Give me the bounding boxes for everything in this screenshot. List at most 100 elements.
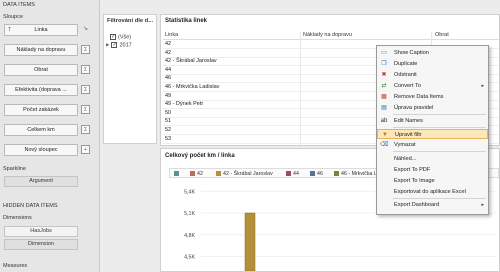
column-label: Obrat bbox=[34, 67, 48, 73]
legend-item[interactable]: 46 bbox=[310, 171, 323, 177]
legend-item[interactable]: 44 bbox=[286, 171, 299, 177]
y-tick-label: 4,8K bbox=[184, 233, 195, 239]
hidden-items-header: HIDDEN DATA ITEMS bbox=[3, 203, 58, 209]
cell-linka: 46 - Mrkvička Ladislav bbox=[165, 84, 220, 90]
legend-swatch bbox=[190, 171, 195, 176]
cell-linka: 50 bbox=[165, 109, 172, 116]
checkbox[interactable]: ✓ bbox=[110, 34, 116, 40]
menu-item-label: Náhled... bbox=[394, 156, 417, 162]
column-button-naklady[interactable]: Náklady na dopravu bbox=[4, 44, 78, 56]
sum-icon[interactable]: Σ bbox=[81, 105, 90, 114]
menu-item-edit-names[interactable]: ab Edit Names bbox=[377, 116, 488, 126]
menu-item-delete[interactable]: ✖ Odstranit bbox=[377, 70, 488, 80]
cell-linka: 42 bbox=[165, 41, 172, 47]
column-button-obrat[interactable]: Obrat bbox=[4, 64, 78, 76]
measures-header: Measures bbox=[3, 263, 28, 269]
column-label: Celkem km bbox=[27, 127, 55, 133]
column-label: Počet zakázek bbox=[23, 107, 59, 113]
menu-item-convert[interactable]: ⇄ Convert To ▸ bbox=[377, 81, 488, 91]
menu-item-item-12[interactable]: Exportovat do aplikace Excel bbox=[377, 187, 488, 197]
cell-linka: 42 - Škrábal Jaroslav bbox=[165, 58, 217, 65]
dimension-hasjobs[interactable]: HasJobs bbox=[4, 226, 78, 237]
menu-item-label: Úprava pravidel bbox=[394, 105, 434, 111]
menu-separator bbox=[393, 151, 486, 152]
column-button-efektivita[interactable]: Efektivita (doprava ... bbox=[4, 84, 78, 96]
bar-42---Škrábal-Jaroslav[interactable] bbox=[244, 212, 256, 271]
menu-item-label: Odstranit bbox=[394, 72, 417, 78]
filter-item-2017[interactable]: ▶ ✓ 2017 bbox=[106, 42, 132, 48]
column-button-celkem-km[interactable]: Celkem km bbox=[4, 124, 78, 136]
legend-item[interactable]: 42 bbox=[190, 171, 203, 177]
delete-icon: ✖ bbox=[381, 72, 387, 78]
menu-item-label: Export Dashboard bbox=[394, 202, 440, 208]
checkbox[interactable]: ✓ bbox=[111, 42, 118, 48]
column-header-naklady[interactable]: Náklady na dopravu bbox=[303, 32, 352, 38]
legend-swatch bbox=[310, 171, 315, 176]
legend-swatch bbox=[334, 171, 339, 176]
menu-item-caption[interactable]: ▭ Show Caption bbox=[377, 48, 488, 58]
menu-item-item-11[interactable]: Export To Image bbox=[377, 176, 488, 186]
column-button-linka[interactable]: T Linka bbox=[4, 24, 78, 36]
chart-title: Celkový počet km / linka bbox=[165, 153, 235, 159]
cell-linka: 52 bbox=[165, 127, 172, 133]
cell-linka: 42 bbox=[165, 49, 172, 56]
cell-linka: 51 bbox=[165, 118, 172, 125]
menu-item-rules[interactable]: ▤ Úprava pravidel bbox=[377, 103, 488, 113]
cell-linka: 44 bbox=[165, 66, 172, 73]
expand-arrow-icon[interactable]: ▶ bbox=[106, 42, 109, 48]
legend-swatch bbox=[216, 171, 221, 176]
menu-item-item-13[interactable]: Export Dashboard ▸ bbox=[377, 200, 488, 210]
sum-icon[interactable]: Σ bbox=[81, 85, 90, 94]
sum-icon[interactable]: Σ bbox=[81, 45, 90, 54]
column-button-pocet-zakazek[interactable]: Počet zakázek bbox=[4, 104, 78, 116]
menu-item-label: Vymazat bbox=[394, 142, 416, 148]
cell-linka: 49 - Dýnek Petr bbox=[165, 101, 204, 108]
menu-item-item-10[interactable]: Export To PDF bbox=[377, 165, 488, 175]
menu-item-filter[interactable]: ▼ Upravit filtr bbox=[377, 129, 488, 139]
expand-icon[interactable]: ↘ bbox=[81, 25, 90, 34]
menu-separator bbox=[393, 114, 486, 115]
rules-icon: ▤ bbox=[381, 105, 387, 111]
convert-icon: ⇄ bbox=[381, 83, 387, 89]
y-tick-label: 5,1K bbox=[184, 211, 195, 217]
menu-item-clear[interactable]: ⌫ Vymazat bbox=[377, 140, 488, 150]
column-label: Linka bbox=[34, 27, 48, 33]
cell-linka: 53 bbox=[165, 135, 172, 142]
filter-item-all[interactable]: ✓ (Vše) bbox=[110, 34, 131, 40]
menu-separator bbox=[393, 198, 486, 199]
add-icon[interactable]: + bbox=[81, 145, 90, 154]
remove-data-icon: ▦ bbox=[381, 94, 387, 100]
legend-item[interactable] bbox=[174, 171, 181, 177]
menu-item-label: Edit Names bbox=[394, 118, 423, 124]
filter-panel: Filtrování dle d... ✓ (Vše) ▶ ✓ 2017 bbox=[103, 14, 157, 144]
sum-icon[interactable]: Σ bbox=[81, 125, 90, 134]
filter-icon: ▼ bbox=[382, 132, 388, 138]
cell-linka: 46 bbox=[165, 75, 172, 82]
dimension-dimension[interactable]: Dimension bbox=[4, 239, 78, 250]
menu-item-label: Upravit filtr bbox=[395, 132, 422, 138]
sum-icon[interactable]: Σ bbox=[81, 65, 90, 74]
duplicate-icon: ❐ bbox=[381, 61, 387, 67]
new-column-button[interactable]: Nový sloupec bbox=[4, 144, 78, 156]
filter-title: Filtrování dle d... bbox=[107, 18, 154, 24]
context-menu: ▭ Show Caption ❐ Duplicate ✖ Odstranit ⇄ Conver… bbox=[376, 45, 489, 215]
menu-item-remove-data[interactable]: ▦ Remove Data Items bbox=[377, 92, 488, 102]
menu-item-label: Remove Data Items bbox=[394, 94, 444, 100]
sparkline-argument-button[interactable]: Argument bbox=[4, 176, 78, 187]
caption-icon: ▭ bbox=[381, 50, 387, 56]
menu-item-label: Export To PDF bbox=[394, 167, 431, 173]
menu-item-label: Export To Image bbox=[394, 178, 435, 184]
menu-item-duplicate[interactable]: ❐ Duplicate bbox=[377, 59, 488, 69]
column-label: Efektivita (doprava ... bbox=[15, 87, 67, 93]
column-header-obrat[interactable]: Obrat bbox=[435, 32, 449, 38]
submenu-arrow-icon: ▸ bbox=[481, 83, 484, 89]
submenu-arrow-icon: ▸ bbox=[481, 202, 484, 208]
table-title: Statistika linek bbox=[165, 18, 208, 24]
legend-swatch bbox=[174, 171, 179, 176]
data-items-header: DATA ITEMS bbox=[3, 2, 35, 8]
column-header-linka[interactable]: Linka bbox=[165, 32, 178, 38]
table-header: Linka Náklady na dopravu Obrat bbox=[163, 32, 499, 40]
sparkline-header: Sparkline bbox=[3, 166, 26, 172]
legend-item[interactable]: 42 - Škrábal Jaroslav bbox=[216, 171, 273, 177]
menu-item-item-9[interactable]: Náhled... bbox=[377, 154, 488, 164]
